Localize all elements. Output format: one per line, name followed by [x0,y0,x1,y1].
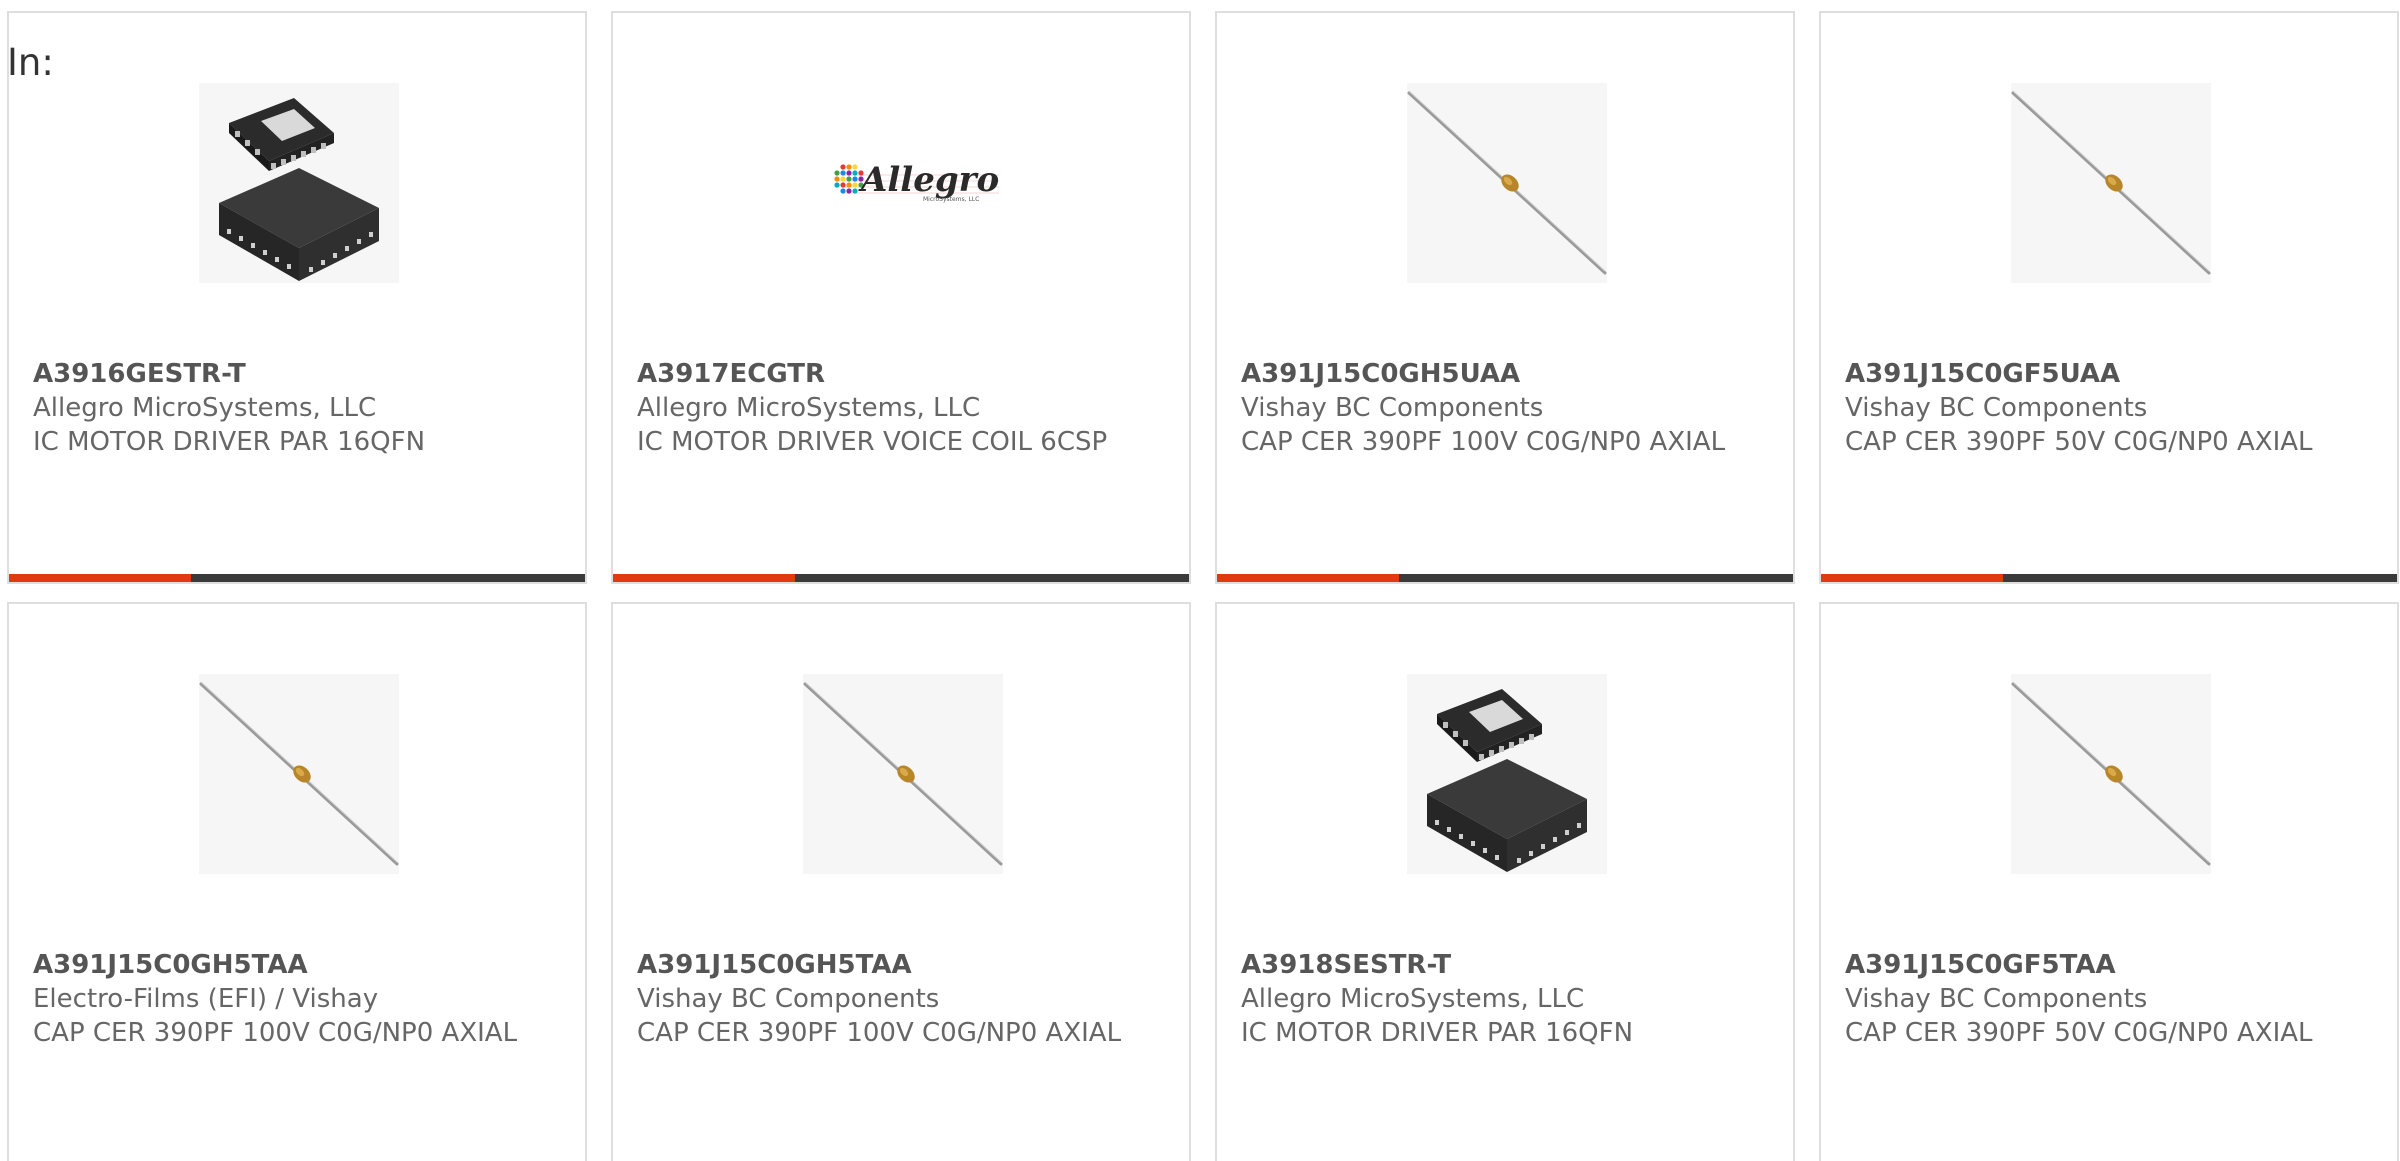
description: CAP CER 390PF 100V C0G/NP0 AXIAL [637,1018,1122,1048]
manufacturer: Allegro MicroSystems, LLC [637,393,981,423]
manufacturer: Allegro MicroSystems, LLC [1241,984,1585,1014]
product-image[interactable] [2011,674,2211,874]
card-accent-bar [1821,574,2003,582]
product-image[interactable] [1407,674,1607,874]
filter-label: In: [7,41,54,84]
product-info: A391J15C0GH5UAA Vishay BC Components CAP… [1241,357,1771,459]
card-accent-bar [613,574,795,582]
description: IC MOTOR DRIVER PAR 16QFN [33,427,426,457]
manufacturer: Vishay BC Components [1845,393,2148,423]
product-results-page: In: A3916GESTR-T Allegro MicroSystems, L… [0,0,2400,1161]
product-card[interactable]: A391J15C0GF5UAA Vishay BC Components CAP… [1819,11,2399,584]
description: CAP CER 390PF 100V C0G/NP0 AXIAL [1241,427,1726,457]
product-info: A391J15C0GH5TAA Electro-Films (EFI) / Vi… [33,948,563,1050]
product-image[interactable]: Allegro MicroSystems, LLC [803,83,1003,283]
logo-subtext: MicroSystems, LLC [923,196,979,203]
part-number[interactable]: A3917ECGTR [637,357,1167,391]
part-number[interactable]: A391J15C0GF5TAA [1845,948,2375,982]
product-image[interactable] [199,674,399,874]
card-bottom-bar [613,574,1189,582]
product-info: A391J15C0GF5TAA Vishay BC Components CAP… [1845,948,2375,1050]
part-number[interactable]: A3916GESTR-T [33,357,563,391]
product-info: A3918SESTR-T Allegro MicroSystems, LLC I… [1241,948,1771,1050]
product-info: A3917ECGTR Allegro MicroSystems, LLC IC … [637,357,1167,459]
product-info: A391J15C0GH5TAA Vishay BC Components CAP… [637,948,1167,1050]
card-accent-bar [9,574,191,582]
product-card[interactable]: A3916GESTR-T Allegro MicroSystems, LLC I… [7,11,587,584]
card-bottom-bar [1821,574,2397,582]
product-card[interactable]: A391J15C0GH5TAA Electro-Films (EFI) / Vi… [7,602,587,1161]
product-image[interactable] [199,83,399,283]
product-card[interactable]: A3918SESTR-T Allegro MicroSystems, LLC I… [1215,602,1795,1161]
description: IC MOTOR DRIVER VOICE COIL 6CSP [637,427,1108,457]
axial-capacitor-icon [199,674,399,874]
manufacturer: Vishay BC Components [1241,393,1544,423]
description: CAP CER 390PF 100V C0G/NP0 AXIAL [33,1018,518,1048]
product-info: A391J15C0GF5UAA Vishay BC Components CAP… [1845,357,2375,459]
qfn-chip-icon [199,83,399,283]
part-number[interactable]: A391J15C0GH5TAA [33,948,563,982]
axial-capacitor-icon [2011,83,2211,283]
axial-capacitor-icon [1407,83,1607,283]
product-grid: A3916GESTR-T Allegro MicroSystems, LLC I… [7,11,2399,1161]
part-number[interactable]: A391J15C0GH5TAA [637,948,1167,982]
manufacturer: Allegro MicroSystems, LLC [33,393,377,423]
product-image[interactable] [1407,83,1607,283]
product-info: A3916GESTR-T Allegro MicroSystems, LLC I… [33,357,563,459]
card-accent-bar [1217,574,1399,582]
card-bottom-bar [1217,574,1793,582]
manufacturer: Electro-Films (EFI) / Vishay [33,984,379,1014]
part-number[interactable]: A3918SESTR-T [1241,948,1771,982]
axial-capacitor-icon [2011,674,2211,874]
description: CAP CER 390PF 50V C0G/NP0 AXIAL [1845,1018,2313,1048]
card-bottom-bar [9,574,585,582]
product-card[interactable]: Allegro MicroSystems, LLC A3917ECGTR All… [611,11,1191,584]
description: CAP CER 390PF 50V C0G/NP0 AXIAL [1845,427,2313,457]
logo-text: Allegro [858,160,999,200]
qfn-chip-icon [1407,674,1607,874]
product-card[interactable]: A391J15C0GF5TAA Vishay BC Components CAP… [1819,602,2399,1161]
part-number[interactable]: A391J15C0GF5UAA [1845,357,2375,391]
description: IC MOTOR DRIVER PAR 16QFN [1241,1018,1634,1048]
product-card[interactable]: A391J15C0GH5TAA Vishay BC Components CAP… [611,602,1191,1161]
axial-capacitor-icon [803,674,1003,874]
product-image[interactable] [2011,83,2211,283]
product-card[interactable]: A391J15C0GH5UAA Vishay BC Components CAP… [1215,11,1795,584]
allegro-logo: Allegro MicroSystems, LLC [803,83,1003,283]
manufacturer: Vishay BC Components [637,984,940,1014]
manufacturer: Vishay BC Components [1845,984,2148,1014]
part-number[interactable]: A391J15C0GH5UAA [1241,357,1771,391]
product-image[interactable] [803,674,1003,874]
